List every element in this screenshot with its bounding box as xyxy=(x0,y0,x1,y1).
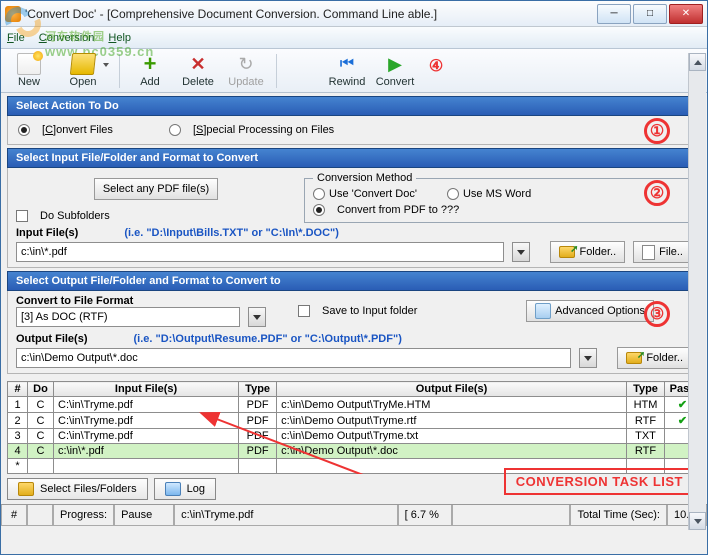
convert-files-label: [C]onvert Files xyxy=(42,124,113,136)
x-icon xyxy=(186,53,210,75)
output-files-dropdown[interactable] xyxy=(579,348,597,368)
file-icon xyxy=(642,245,655,260)
col-do[interactable]: Do xyxy=(28,382,54,397)
output-files-input[interactable]: c:\in\Demo Output\*.doc xyxy=(16,348,571,368)
col-type2[interactable]: Type xyxy=(627,382,665,397)
input-files-input[interactable]: c:\in\*.pdf xyxy=(16,242,504,262)
statusbar: # Progress: Pause c:\in\Tryme.pdf [ 6.7 … xyxy=(1,504,707,526)
save-to-input-label: Save to Input folder xyxy=(322,305,417,317)
status-pause-button[interactable]: Pause xyxy=(114,505,174,526)
update-button[interactable]: Update xyxy=(222,51,270,88)
convert-button[interactable]: Convert xyxy=(371,51,419,88)
status-progress-label: Progress: xyxy=(53,505,114,526)
chevron-down-icon xyxy=(103,63,109,67)
output-folder-button[interactable]: ➚Folder.. xyxy=(617,347,692,369)
plus-icon xyxy=(138,53,162,75)
bottom-tabs: Select Files/Folders Log CONVERSION TASK… xyxy=(1,474,707,504)
annotation-3: ③ xyxy=(644,301,670,327)
cm-pdf-radio[interactable] xyxy=(313,204,325,216)
scrollbar[interactable] xyxy=(688,53,706,530)
do-subfolders-checkbox[interactable] xyxy=(16,210,28,222)
conversion-method-group: Conversion Method Use 'Convert Doc' Use … xyxy=(304,172,692,223)
do-subfolders-label: Do Subfolders xyxy=(40,210,110,222)
rewind-icon xyxy=(335,53,359,75)
maximize-button[interactable]: □ xyxy=(633,4,667,24)
task-table: # Do Input File(s) Type Output File(s) T… xyxy=(7,381,701,474)
output-header: Select Output File/Folder and Format to … xyxy=(7,271,701,291)
status-percent: [ 6.7 % xyxy=(398,505,452,526)
input-files-hint: (i.e. "D:\Input\Bills.TXT" or "C:\In\*.D… xyxy=(124,227,339,239)
conversion-task-list-annotation: CONVERSION TASK LIST xyxy=(504,468,695,495)
open-icon xyxy=(70,53,96,75)
menu-help[interactable]: Help xyxy=(108,32,131,44)
input-header: Select Input File/Folder and Format to C… xyxy=(7,148,701,168)
scroll-down-button[interactable] xyxy=(689,512,706,530)
delete-button[interactable]: Delete xyxy=(174,51,222,88)
folder-open-icon: ➚ xyxy=(559,246,575,258)
content: Select Action To Do [C]onvert Files [S]p… xyxy=(1,93,707,377)
table-row[interactable]: 1CC:\in\Tryme.pdfPDFc:\in\Demo Output\Tr… xyxy=(8,397,701,413)
col-input[interactable]: Input File(s) xyxy=(54,382,239,397)
save-to-input-checkbox[interactable] xyxy=(298,305,310,317)
output-files-hint: (i.e. "D:\Output\Resume.PDF" or "C:\Outp… xyxy=(134,333,402,345)
window-title: 'Convert Doc' - [Comprehensive Document … xyxy=(25,7,595,21)
select-any-pdf-button[interactable]: Select any PDF file(s) xyxy=(94,178,218,200)
action-header: Select Action To Do xyxy=(7,96,701,116)
annotation-1: ① xyxy=(644,118,670,144)
close-button[interactable]: ✕ xyxy=(669,4,703,24)
folder-icon xyxy=(18,482,34,496)
rewind-button[interactable]: Rewind xyxy=(323,51,371,88)
new-icon xyxy=(17,53,41,75)
play-icon xyxy=(383,53,407,75)
table-row[interactable]: 3CC:\in\Tryme.pdfPDFc:\in\Demo Output\Tr… xyxy=(8,429,701,444)
menu-conversion[interactable]: Conversion xyxy=(39,32,95,44)
open-button[interactable]: Open xyxy=(53,51,113,88)
scroll-up-button[interactable] xyxy=(689,53,706,71)
folder-open-icon: ➚ xyxy=(626,352,642,364)
new-button[interactable]: New xyxy=(5,51,53,88)
annotation-4: ④ xyxy=(423,53,449,79)
app-window: 'Convert Doc' - [Comprehensive Document … xyxy=(0,0,708,555)
output-files-label: Output File(s) xyxy=(16,333,88,345)
status-hash: # xyxy=(1,505,27,526)
add-button[interactable]: Add xyxy=(126,51,174,88)
task-table-wrap: # Do Input File(s) Type Output File(s) T… xyxy=(7,381,701,474)
titlebar: 'Convert Doc' - [Comprehensive Document … xyxy=(1,1,707,27)
special-processing-radio[interactable] xyxy=(169,124,181,136)
cm-msword-radio[interactable] xyxy=(447,188,459,200)
input-file-button[interactable]: File.. xyxy=(633,241,692,263)
minimize-button[interactable]: ─ xyxy=(597,4,631,24)
annotation-2: ② xyxy=(644,180,670,206)
col-type1[interactable]: Type xyxy=(239,382,277,397)
options-icon xyxy=(535,303,551,319)
col-output[interactable]: Output File(s) xyxy=(277,382,627,397)
status-current-file: c:\in\Tryme.pdf xyxy=(174,505,398,526)
special-processing-label: [S]pecial Processing on Files xyxy=(193,124,334,136)
table-row[interactable]: 4Cc:\in\*.pdfPDFc:\in\Demo Output\*.docR… xyxy=(8,444,701,459)
toolbar: New Open Add Delete Update Rewind Conver… xyxy=(1,49,707,93)
status-time-label: Total Time (Sec): xyxy=(570,505,667,526)
input-folder-button[interactable]: ➚Folder.. xyxy=(550,241,625,263)
select-files-tab[interactable]: Select Files/Folders xyxy=(7,478,148,500)
log-tab[interactable]: Log xyxy=(154,478,216,500)
cm-convertdoc-radio[interactable] xyxy=(313,188,325,200)
input-files-label: Input File(s) xyxy=(16,227,78,239)
convert-to-label: Convert to File Format xyxy=(16,295,266,307)
convert-to-dropdown[interactable] xyxy=(248,307,266,327)
refresh-icon xyxy=(234,53,258,75)
log-icon xyxy=(165,482,181,496)
table-row[interactable]: 2CC:\in\Tryme.pdfPDFc:\in\Demo Output\Tr… xyxy=(8,413,701,429)
convert-files-radio[interactable] xyxy=(18,124,30,136)
advanced-options-button[interactable]: Advanced Options xyxy=(526,300,654,322)
convert-to-select[interactable]: [3] As DOC (RTF) xyxy=(16,307,240,327)
watermark-logo xyxy=(1,3,45,41)
input-files-dropdown[interactable] xyxy=(512,242,530,262)
menubar: File Conversion Help xyxy=(1,27,707,49)
conversion-method-legend: Conversion Method xyxy=(313,172,416,184)
col-num[interactable]: # xyxy=(8,382,28,397)
